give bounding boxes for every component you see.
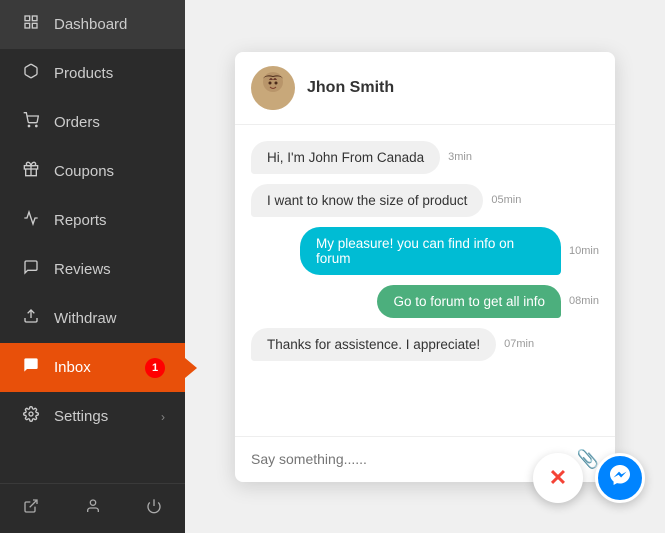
sidebar-bottom-user[interactable] <box>62 484 124 533</box>
message-time: 08min <box>569 295 599 307</box>
chat-header-name: Jhon Smith <box>307 79 394 97</box>
chat-window: Jhon Smith Hi, I'm John From Canada 3min… <box>235 52 615 482</box>
message-row: I want to know the size of product 05min <box>251 184 599 217</box>
sidebar-label-withdraw: Withdraw <box>54 310 165 327</box>
messenger-button[interactable] <box>595 453 645 503</box>
messenger-icon <box>608 463 632 493</box>
message-bubble: Go to forum to get all info <box>377 285 561 318</box>
message-row: Thanks for assistence. I appreciate! 07m… <box>251 328 599 361</box>
message-bubble: Thanks for assistence. I appreciate! <box>251 328 496 361</box>
sidebar-bottom-external[interactable] <box>0 484 62 533</box>
sidebar-label-dashboard: Dashboard <box>54 16 165 33</box>
external-icon <box>23 498 39 519</box>
upload-icon <box>20 308 42 329</box>
close-icon: ✕ <box>549 465 567 491</box>
sidebar-label-products: Products <box>54 65 165 82</box>
gear-icon <box>20 406 42 427</box>
sidebar-item-dashboard[interactable]: Dashboard <box>0 0 185 49</box>
sidebar-item-inbox[interactable]: Inbox 1 <box>0 343 185 392</box>
message-bubble: Hi, I'm John From Canada <box>251 141 440 174</box>
sidebar-label-settings: Settings <box>54 408 149 425</box>
message-row: My pleasure! you can find info on forum … <box>251 227 599 275</box>
sidebar-item-reviews[interactable]: Reviews <box>0 245 185 294</box>
sidebar-item-orders[interactable]: Orders <box>0 98 185 147</box>
sidebar-bottom-power[interactable] <box>123 484 185 533</box>
chart-icon <box>20 210 42 231</box>
grid-icon <box>20 14 42 35</box>
sidebar-item-reports[interactable]: Reports <box>0 196 185 245</box>
sidebar-label-coupons: Coupons <box>54 163 165 180</box>
sidebar-item-coupons[interactable]: Coupons <box>0 147 185 196</box>
sidebar-label-reviews: Reviews <box>54 261 165 278</box>
sidebar: Dashboard Products Orders Coupons Report… <box>0 0 185 533</box>
sidebar-item-products[interactable]: Products <box>0 49 185 98</box>
user-icon <box>85 498 101 519</box>
sidebar-item-settings[interactable]: Settings › <box>0 392 185 441</box>
chat-input[interactable] <box>251 451 569 467</box>
sidebar-bottom <box>0 483 185 533</box>
cart-icon <box>20 112 42 133</box>
box-icon <box>20 63 42 84</box>
message-bubble: I want to know the size of product <box>251 184 483 217</box>
message-time: 3min <box>448 151 472 163</box>
bubble-icon <box>20 259 42 280</box>
message-time: 07min <box>504 338 534 350</box>
close-button[interactable]: ✕ <box>533 453 583 503</box>
message-time: 10min <box>569 245 599 257</box>
sidebar-item-withdraw[interactable]: Withdraw <box>0 294 185 343</box>
sidebar-label-reports: Reports <box>54 212 165 229</box>
gift-icon <box>20 161 42 182</box>
chevron-icon: › <box>161 410 165 424</box>
message-row: Go to forum to get all info 08min <box>251 285 599 318</box>
chat-header: Jhon Smith <box>235 52 615 125</box>
message-bubble: My pleasure! you can find info on forum <box>300 227 561 275</box>
badge-inbox: 1 <box>145 358 165 378</box>
power-icon <box>146 498 162 519</box>
chat-messages: Hi, I'm John From Canada 3min I want to … <box>235 125 615 436</box>
avatar <box>251 66 295 110</box>
chat-icon <box>20 357 42 378</box>
message-row: Hi, I'm John From Canada 3min <box>251 141 599 174</box>
sidebar-label-inbox: Inbox <box>54 359 133 376</box>
message-time: 05min <box>491 194 521 206</box>
floating-buttons: ✕ <box>533 453 645 503</box>
sidebar-label-orders: Orders <box>54 114 165 131</box>
main-area: Jhon Smith Hi, I'm John From Canada 3min… <box>185 0 665 533</box>
